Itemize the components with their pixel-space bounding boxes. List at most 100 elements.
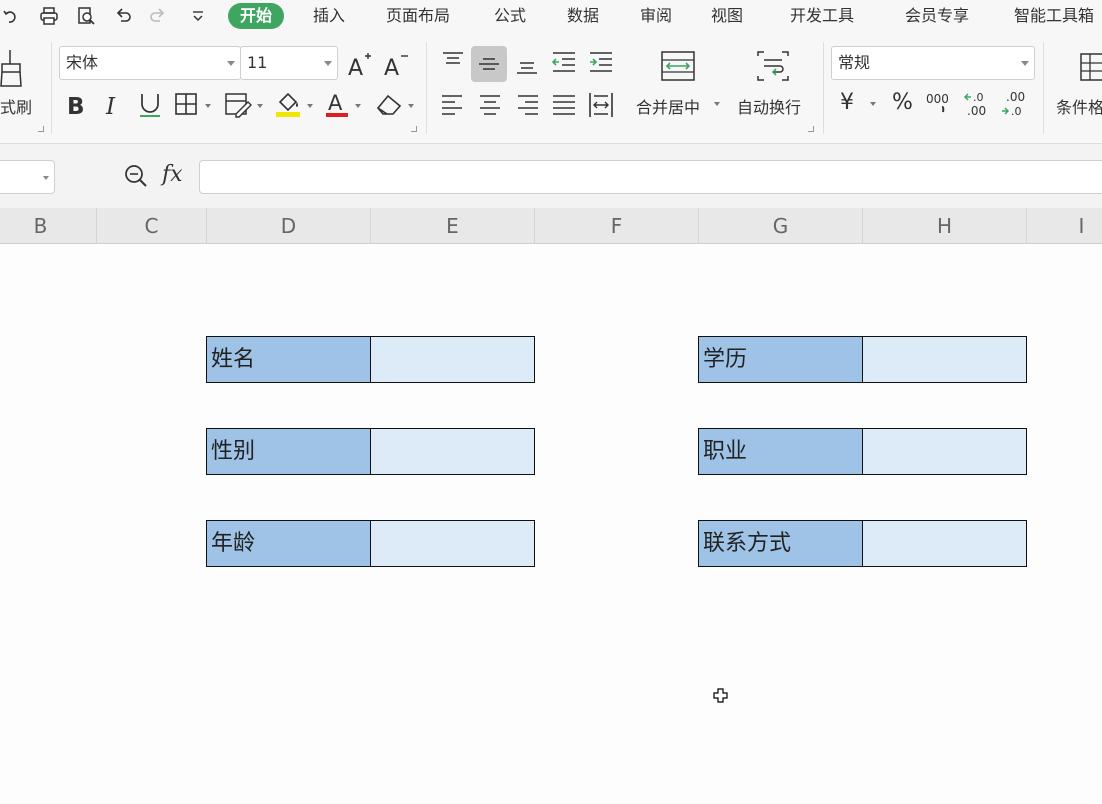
- label-cell-age[interactable]: 年龄: [206, 520, 371, 567]
- format-painter-icon[interactable]: [0, 48, 26, 88]
- column-header-i[interactable]: I: [1027, 208, 1102, 244]
- number-format-select[interactable]: 常规: [831, 46, 1035, 80]
- column-header-h[interactable]: H: [863, 208, 1027, 244]
- label-cell-occupation[interactable]: 职业: [698, 428, 863, 475]
- ribbon-separator: [426, 42, 427, 134]
- cell-style-dropdown-icon[interactable]: [257, 104, 263, 108]
- increase-indent-icon[interactable]: [586, 48, 616, 78]
- underline-icon[interactable]: [137, 88, 163, 120]
- conditional-format-button[interactable]: 条件格: [1056, 94, 1102, 118]
- increase-font-size-icon[interactable]: A: [346, 48, 376, 80]
- value-cell-name[interactable]: [370, 336, 535, 383]
- borders-icon[interactable]: [172, 88, 202, 120]
- svg-text:A: A: [348, 56, 363, 80]
- value-cell-contact[interactable]: [862, 520, 1027, 567]
- merge-center-button[interactable]: 合并居中: [636, 94, 700, 118]
- print-preview-icon[interactable]: [74, 5, 98, 27]
- chevron-down-icon: [324, 61, 332, 66]
- align-center-icon[interactable]: [475, 88, 505, 120]
- print-icon[interactable]: [37, 5, 61, 27]
- font-size-select[interactable]: 11: [240, 46, 338, 80]
- distributed-align-icon[interactable]: [586, 88, 616, 120]
- decrease-indent-icon[interactable]: [549, 48, 579, 78]
- font-color-dropdown-icon[interactable]: [355, 104, 361, 108]
- italic-icon[interactable]: I: [100, 88, 126, 120]
- redo-icon[interactable]: [146, 5, 170, 27]
- font-name-value: 宋体: [66, 53, 99, 72]
- tab-data[interactable]: 数据: [567, 3, 599, 29]
- tab-formulas[interactable]: 公式: [494, 3, 526, 29]
- label-cell-education[interactable]: 学历: [698, 336, 863, 383]
- column-header-d[interactable]: D: [207, 208, 371, 244]
- column-header-row: B C D E F G H I: [0, 208, 1102, 244]
- merge-center-dropdown-icon[interactable]: [714, 102, 720, 106]
- value-cell-age[interactable]: [370, 520, 535, 567]
- label-cell-name[interactable]: 姓名: [206, 336, 371, 383]
- merge-center-icon[interactable]: [659, 48, 697, 84]
- align-top-icon[interactable]: [438, 48, 468, 78]
- chevron-down-icon: [227, 61, 235, 66]
- bold-icon[interactable]: B: [64, 88, 90, 120]
- ribbon-separator: [51, 42, 52, 134]
- formula-bar: fx: [0, 144, 1102, 208]
- decrease-decimal-icon[interactable]: .00.0: [998, 88, 1028, 120]
- align-right-icon[interactable]: [512, 88, 542, 120]
- decrease-font-size-icon[interactable]: A: [382, 48, 412, 80]
- tab-home[interactable]: 开始: [228, 3, 285, 29]
- zoom-function-icon[interactable]: [122, 162, 150, 190]
- align-middle-icon[interactable]: [471, 46, 507, 82]
- value-cell-education[interactable]: [862, 336, 1027, 383]
- font-color-icon[interactable]: A: [322, 88, 352, 120]
- conditional-format-icon[interactable]: [1078, 50, 1102, 84]
- column-header-f[interactable]: F: [535, 208, 699, 244]
- value-cell-gender[interactable]: [370, 428, 535, 475]
- redo-history-icon[interactable]: [0, 5, 24, 27]
- percent-icon[interactable]: %: [892, 92, 913, 114]
- currency-icon[interactable]: ¥: [840, 92, 854, 114]
- borders-dropdown-icon[interactable]: [205, 104, 211, 108]
- tab-view[interactable]: 视图: [711, 3, 743, 29]
- label-cell-gender[interactable]: 性别: [206, 428, 371, 475]
- align-left-icon[interactable]: [438, 88, 468, 120]
- tab-member[interactable]: 会员专享: [905, 3, 969, 29]
- undo-icon[interactable]: [111, 5, 135, 27]
- tab-review[interactable]: 审阅: [640, 3, 672, 29]
- customize-toolbar-icon[interactable]: [186, 5, 210, 27]
- formula-input[interactable]: [199, 160, 1102, 194]
- column-header-g[interactable]: G: [699, 208, 863, 244]
- wrap-text-button[interactable]: 自动换行: [737, 94, 801, 118]
- column-header-c[interactable]: C: [97, 208, 207, 244]
- number-format-value: 常规: [838, 53, 871, 72]
- thousands-separator-icon[interactable]: 000: [924, 88, 954, 120]
- alignment-group-launcher[interactable]: [808, 126, 814, 132]
- wrap-text-icon[interactable]: [754, 48, 792, 84]
- align-bottom-icon[interactable]: [512, 48, 542, 78]
- column-header-e[interactable]: E: [371, 208, 535, 244]
- format-painter-label[interactable]: 式刷: [0, 94, 32, 118]
- fill-color-icon[interactable]: [272, 88, 304, 120]
- svg-text:.0: .0: [1011, 105, 1022, 118]
- column-header-b[interactable]: B: [0, 208, 97, 244]
- font-name-select[interactable]: 宋体: [59, 46, 241, 80]
- cell-style-icon[interactable]: [222, 88, 254, 120]
- svg-text:.0: .0: [973, 91, 984, 104]
- fill-color-dropdown-icon[interactable]: [307, 104, 313, 108]
- menu-bar: 开始 插入 页面布局 公式 数据 审阅 视图 开发工具 会员专享 智能工具箱: [0, 0, 1102, 32]
- tab-smart-toolbox[interactable]: 智能工具箱: [1014, 3, 1094, 29]
- font-group-launcher[interactable]: [411, 126, 417, 132]
- name-box[interactable]: [0, 160, 55, 194]
- chevron-down-icon: [1021, 61, 1029, 66]
- insert-function-button[interactable]: fx: [162, 162, 183, 187]
- clear-format-dropdown-icon[interactable]: [408, 104, 414, 108]
- increase-decimal-icon[interactable]: .0.00: [961, 88, 991, 120]
- value-cell-occupation[interactable]: [862, 428, 1027, 475]
- ribbon: 式刷 宋体 11 A A B I A 合并居中 自动换行 常规 ¥ % 000 …: [0, 32, 1102, 144]
- justify-icon[interactable]: [549, 88, 579, 120]
- tab-insert[interactable]: 插入: [313, 3, 345, 29]
- tab-page-layout[interactable]: 页面布局: [386, 3, 450, 29]
- clear-format-icon[interactable]: [372, 88, 406, 120]
- tab-developer[interactable]: 开发工具: [790, 3, 854, 29]
- currency-dropdown-icon[interactable]: [870, 102, 876, 106]
- label-cell-contact[interactable]: 联系方式: [698, 520, 863, 567]
- clipboard-group-launcher[interactable]: [38, 126, 44, 132]
